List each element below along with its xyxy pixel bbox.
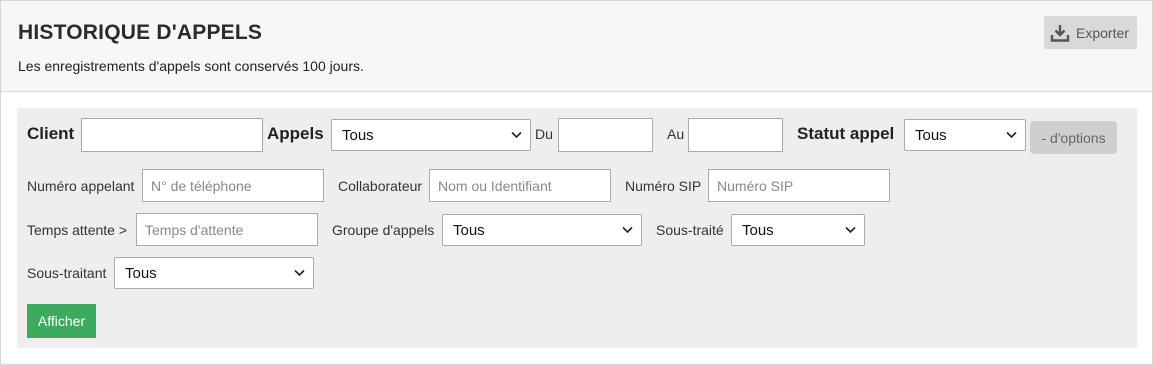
temps-attente-input[interactable] [136,213,318,246]
less-options-button[interactable]: - d'options [1030,121,1117,154]
chevron-down-icon [1006,131,1017,139]
groupe-appels-label: Groupe d'appels [332,222,435,238]
client-input[interactable] [81,118,263,152]
au-date-input[interactable] [688,118,783,152]
numero-sip-label: Numéro SIP [625,178,702,194]
sous-traite-select[interactable]: Tous [731,214,865,246]
download-icon [1050,24,1070,42]
sous-traitant-select-value: Tous [125,265,157,282]
chevron-down-icon [622,226,633,234]
sous-traite-label: Sous-traité [656,222,724,238]
numero-appelant-label: Numéro appelant [27,178,135,194]
sous-traitant-label: Sous-traitant [27,265,107,281]
du-date-input[interactable] [558,118,653,152]
numero-appelant-input[interactable] [142,169,324,202]
chevron-down-icon [845,226,856,234]
temps-attente-label: Temps attente > [27,222,128,238]
collaborateur-label: Collaborateur [338,178,423,194]
statut-select-value: Tous [915,127,947,144]
chevron-down-icon [511,131,522,139]
statut-select[interactable]: Tous [904,119,1026,151]
groupe-appels-select[interactable]: Tous [442,214,642,246]
appels-select[interactable]: Tous [331,119,531,151]
page-title: HISTORIQUE D'APPELS [18,21,263,44]
numero-sip-input[interactable] [708,169,890,202]
au-label: Au [667,126,685,142]
afficher-button[interactable]: Afficher [27,304,96,338]
chevron-down-icon [294,269,305,277]
appels-select-value: Tous [342,127,374,144]
sous-traitant-select[interactable]: Tous [114,257,314,289]
client-label: Client [27,124,75,143]
statut-label: Statut appel [797,124,895,143]
export-label: Exporter [1076,24,1129,41]
page-header: HISTORIQUE D'APPELS Les enregistrements … [1,1,1152,92]
export-button[interactable]: Exporter [1044,16,1137,49]
sous-traite-select-value: Tous [742,222,774,239]
du-label: Du [535,126,553,142]
page-subtitle: Les enregistrements d'appels sont conser… [18,58,364,74]
groupe-appels-select-value: Tous [453,222,485,239]
appels-label: Appels [267,124,324,143]
collaborateur-input[interactable] [429,169,611,202]
